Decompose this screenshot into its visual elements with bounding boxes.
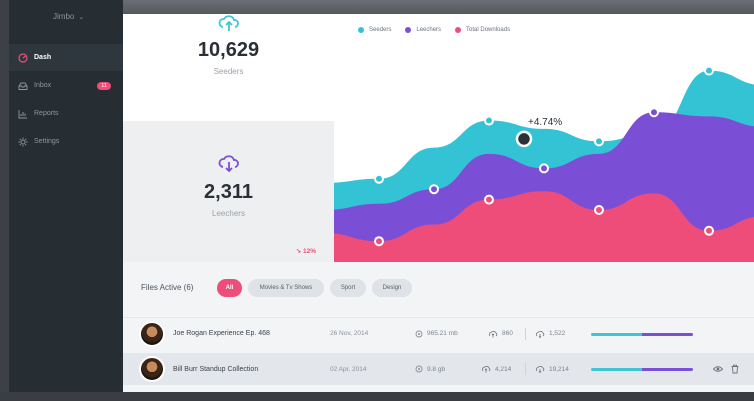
data-point[interactable] bbox=[484, 194, 494, 205]
file-name: Bill Burr Standup Collection bbox=[173, 365, 259, 373]
seeders-label: Seeders bbox=[213, 67, 244, 76]
settings-gear-icon bbox=[17, 136, 28, 147]
files-header: Files Active (6) All Movies & Tv Shows S… bbox=[123, 262, 754, 324]
file-size-value: 965.21 mb bbox=[427, 330, 458, 337]
progress-seeded bbox=[591, 368, 642, 371]
data-point[interactable] bbox=[594, 136, 604, 147]
sidebar-item-label: Settings bbox=[34, 138, 60, 145]
sidebar-item-label: Reports bbox=[34, 110, 59, 117]
cloud-download-icon bbox=[218, 154, 240, 176]
area-chart: +4.74% bbox=[334, 65, 754, 262]
eye-icon[interactable] bbox=[713, 364, 723, 374]
filter-chip-sport[interactable]: Sport bbox=[330, 279, 366, 297]
window-frame-bottom bbox=[0, 392, 754, 401]
file-name: Joe Rogan Experience Ep. 468 bbox=[173, 330, 270, 337]
data-point[interactable] bbox=[704, 225, 714, 236]
leechers-value: 2,311 bbox=[204, 181, 253, 203]
window-frame-left bbox=[0, 0, 9, 401]
cloud-download-icon bbox=[535, 365, 545, 373]
sidebar-item-settings[interactable]: Settings bbox=[9, 128, 123, 155]
dashboard-icon bbox=[17, 52, 28, 63]
data-point[interactable] bbox=[374, 236, 384, 247]
data-point[interactable] bbox=[539, 163, 549, 174]
trend-down-icon: ↘ bbox=[295, 248, 302, 255]
progress-seeded bbox=[591, 333, 642, 336]
progress-downloaded bbox=[642, 368, 693, 371]
file-seeds-value: 4,214 bbox=[495, 365, 512, 373]
divider bbox=[525, 363, 526, 375]
file-peers: 19,214 bbox=[535, 365, 569, 373]
file-seeds: 860 bbox=[488, 330, 513, 338]
size-icon bbox=[415, 330, 423, 337]
cloud-upload-icon bbox=[218, 14, 240, 36]
filter-chip-design[interactable]: Design bbox=[372, 279, 412, 297]
inbox-count-badge: 11 bbox=[97, 81, 111, 90]
avatar bbox=[139, 320, 165, 347]
leechers-label: Leechers bbox=[212, 209, 245, 218]
data-point[interactable] bbox=[429, 184, 439, 195]
file-size: 9.8 gb bbox=[415, 365, 445, 373]
leechers-stat-card: 2,311 Leechers ↘ 12% bbox=[123, 121, 334, 262]
file-seeds-value: 860 bbox=[502, 330, 513, 337]
file-seeds: 4,214 bbox=[481, 365, 511, 373]
table-row[interactable]: Bill Burr Standup Collection 02 Apr, 201… bbox=[123, 353, 754, 385]
leechers-trend-value: 12% bbox=[302, 248, 316, 255]
brand-menu[interactable]: Jimbo ⌄ bbox=[53, 12, 84, 21]
leechers-trend: ↘ 12% bbox=[296, 247, 316, 255]
data-point[interactable] bbox=[649, 107, 659, 118]
sidebar-item-label: Dash bbox=[34, 54, 52, 61]
filter-chip-movies-tv[interactable]: Movies & Tv Shows bbox=[248, 279, 324, 297]
trash-icon[interactable] bbox=[730, 364, 740, 374]
seeders-stat-card: 10,629 Seeders bbox=[123, 14, 334, 121]
inbox-icon bbox=[17, 80, 28, 91]
file-peers: 1,522 bbox=[535, 330, 565, 338]
file-peers-value: 19,214 bbox=[549, 365, 569, 373]
data-point[interactable] bbox=[484, 115, 494, 126]
sidebar-item-dash[interactable]: Dash bbox=[9, 44, 123, 71]
area-chart-panel: Seeders Leechers Total Downloads +4.74% bbox=[334, 14, 754, 262]
chart-annotation: +4.74% bbox=[528, 117, 562, 128]
sidebar: Jimbo ⌄ Dash Inbox 11 Reports Settings bbox=[9, 0, 123, 392]
progress-downloaded bbox=[642, 333, 693, 336]
size-icon bbox=[415, 365, 423, 373]
sidebar-item-label: Inbox bbox=[34, 82, 52, 89]
divider bbox=[525, 328, 526, 340]
cloud-download-icon bbox=[535, 330, 545, 338]
file-date: 26 Nov, 2014 bbox=[330, 330, 369, 337]
filter-chip-all[interactable]: All bbox=[217, 279, 242, 297]
brand-name: Jimbo bbox=[53, 12, 75, 21]
reports-icon bbox=[17, 108, 28, 119]
file-size: 965.21 mb bbox=[415, 330, 458, 338]
data-point[interactable] bbox=[374, 173, 384, 184]
file-size-value: 9.8 gb bbox=[427, 365, 446, 373]
file-peers-value: 1,522 bbox=[549, 330, 566, 337]
data-point[interactable] bbox=[704, 65, 714, 76]
data-point[interactable] bbox=[594, 205, 604, 215]
main-content: 10,629 Seeders 2,311 Leechers ↘ 12% Seed… bbox=[123, 14, 754, 392]
download-progress bbox=[591, 368, 693, 371]
table-row[interactable]: Joe Rogan Experience Ep. 468 26 Nov, 201… bbox=[123, 317, 754, 349]
chevron-down-icon: ⌄ bbox=[78, 14, 85, 21]
file-date: 02 Apr, 2014 bbox=[330, 365, 367, 373]
seeders-value: 10,629 bbox=[197, 39, 260, 61]
highlighted-data-point[interactable] bbox=[515, 130, 533, 148]
cloud-upload-icon bbox=[488, 330, 498, 337]
sidebar-item-inbox[interactable]: Inbox 11 bbox=[9, 72, 123, 99]
avatar bbox=[139, 356, 165, 382]
files-active-title: Files Active (6) bbox=[141, 283, 194, 292]
cloud-upload-icon bbox=[481, 365, 491, 373]
sidebar-item-reports[interactable]: Reports bbox=[9, 100, 123, 127]
download-progress bbox=[591, 333, 693, 336]
